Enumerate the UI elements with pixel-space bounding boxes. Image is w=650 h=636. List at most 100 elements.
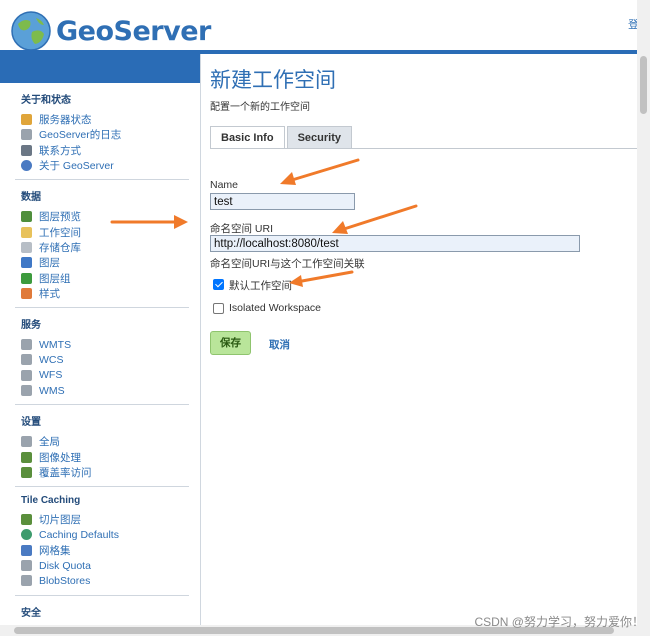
- folder-icon: [21, 226, 32, 238]
- vertical-scrollbar[interactable]: [637, 0, 650, 625]
- sidebar-section-title: 服务: [21, 319, 41, 331]
- sidebar-item-label: 图像处理: [39, 451, 81, 464]
- sidebar-item-label: Caching Defaults: [39, 528, 119, 541]
- sidebar-item-label: 网格集: [39, 544, 71, 557]
- sidebar-item-label: 联系方式: [39, 144, 81, 157]
- sidebar-item-label: Disk Quota: [39, 559, 91, 572]
- style-icon: [21, 287, 32, 299]
- sidebar-item[interactable]: 工作空间: [21, 224, 189, 239]
- sidebar-item-label: 服务器状态: [39, 114, 92, 127]
- watermark: CSDN @努力学习，努力爱你！: [474, 615, 644, 629]
- sidebar-item-label: 工作空间: [39, 226, 81, 239]
- server-status-icon: [21, 114, 32, 126]
- blobstore-icon: [21, 575, 32, 587]
- disk-quota-icon: [21, 560, 32, 572]
- sidebar-item[interactable]: 网格集: [21, 543, 189, 558]
- sidebar-item-label: WFS: [39, 369, 63, 382]
- sidebar-item[interactable]: Disk Quota: [21, 558, 189, 573]
- layer-preview-icon: [21, 211, 32, 223]
- uri-label: 命名空间 URI: [210, 223, 273, 235]
- sidebar-item[interactable]: GeoServer的日志: [21, 127, 189, 142]
- sidebar-item[interactable]: WFS: [21, 368, 189, 383]
- sidebar-item-label: 切片图层: [39, 514, 81, 527]
- sidebar-section: Tile Caching 切片图层 Caching Defaults 网格集 Disk …: [15, 487, 189, 596]
- global-settings-icon: [21, 436, 32, 448]
- page-description: 配置一个新的工作空间: [210, 102, 310, 113]
- sidebar-item[interactable]: WMS: [21, 383, 189, 398]
- sidebar-item[interactable]: WMTS: [21, 337, 189, 352]
- sidebar-item-label: WCS: [39, 353, 64, 366]
- main-content: 新建工作空间 配置一个新的工作空间 Basic Info Security Na…: [200, 54, 638, 636]
- sidebar-item[interactable]: 图层预览: [21, 209, 189, 224]
- sidebar-item-label: 存储仓库: [39, 241, 81, 254]
- sidebar-section-title: 设置: [21, 417, 41, 429]
- sidebar-item[interactable]: 切片图层: [21, 512, 189, 527]
- tile-layers-icon: [21, 514, 32, 526]
- sidebar-item[interactable]: 全局: [21, 434, 189, 449]
- sidebar-item-label: GeoServer的日志: [39, 129, 122, 142]
- isolated-workspace-label: Isolated Workspace: [229, 302, 322, 314]
- sidebar-item[interactable]: 图像处理: [21, 449, 189, 464]
- wms-icon: [21, 385, 32, 396]
- sidebar-item[interactable]: 图层: [21, 255, 189, 270]
- uri-hint: 命名空间URI与这个工作空间关联: [210, 258, 365, 270]
- sidebar-section: 服务 WMTS WCS WFS WMS: [15, 308, 189, 406]
- geoserver-logo[interactable]: GeoServer: [10, 10, 211, 52]
- sidebar-item[interactable]: 样式: [21, 286, 189, 301]
- sidebar-item-label: 全局: [39, 436, 60, 449]
- tab-divider: [210, 148, 638, 149]
- coverage-access-icon: [21, 466, 32, 478]
- sidebar-item-label: 关于 GeoServer: [39, 160, 114, 173]
- name-input[interactable]: [210, 193, 355, 210]
- sidebar-item[interactable]: WCS: [21, 352, 189, 367]
- info-icon: [21, 160, 32, 172]
- contact-icon: [21, 144, 32, 156]
- sidebar-item-label: BlobStores: [39, 574, 91, 587]
- default-workspace-checkbox[interactable]: [213, 279, 224, 290]
- sidebar-section-title: 安全: [21, 607, 41, 619]
- sidebar-item-label: 样式: [39, 287, 60, 300]
- page-title: 新建工作空间: [210, 68, 336, 92]
- save-button[interactable]: 保存: [210, 331, 251, 355]
- tab-security[interactable]: Security: [286, 126, 352, 148]
- sidebar-item-label: 图层: [39, 257, 60, 270]
- sidebar-section-title: 数据: [21, 192, 41, 204]
- store-icon: [21, 241, 32, 253]
- globe-logo-icon: [11, 11, 51, 51]
- sidebar-section: 设置全局图像处理覆盖率访问: [15, 405, 189, 488]
- log-icon: [21, 129, 32, 141]
- isolated-workspace-checkbox[interactable]: [213, 303, 224, 314]
- sidebar-item[interactable]: 图层组: [21, 270, 189, 285]
- uri-input[interactable]: [210, 235, 580, 252]
- sidebar-item-label: 覆盖率访问: [39, 466, 92, 479]
- sidebar-item[interactable]: 存储仓库: [21, 240, 189, 255]
- sidebar-section: 关于和状态服务器状态 GeoServer的日志 联系方式关于 GeoServer: [15, 83, 189, 181]
- sidebar-item-label: 图层预览: [39, 211, 81, 224]
- name-label: Name: [210, 179, 239, 191]
- layer-group-icon: [21, 272, 32, 284]
- globe-icon: [21, 529, 32, 541]
- vertical-scroll-thumb[interactable]: [640, 56, 647, 114]
- sidebar-section-title: Tile Caching: [21, 495, 81, 507]
- wfs-icon: [21, 369, 32, 381]
- cancel-link[interactable]: 取消: [269, 337, 290, 352]
- sidebar-item[interactable]: BlobStores: [21, 573, 189, 588]
- sidebar-item[interactable]: 关于 GeoServer: [21, 158, 189, 173]
- layer-icon: [21, 257, 32, 269]
- image-processing-icon: [21, 451, 32, 463]
- brand-name: GeoServer: [56, 15, 211, 47]
- default-workspace-label: 默认工作空间: [229, 280, 292, 292]
- sidebar-item-label: WMTS: [39, 338, 72, 351]
- sidebar-item-label: 图层组: [39, 272, 71, 285]
- wcs-icon: [21, 354, 32, 366]
- sidebar-item[interactable]: 覆盖率访问: [21, 465, 189, 480]
- gridset-icon: [21, 544, 32, 556]
- sidebar: 关于和状态服务器状态 GeoServer的日志 联系方式关于 GeoServer 数据…: [0, 83, 200, 636]
- tab-basic-info[interactable]: Basic Info: [210, 126, 285, 149]
- sidebar-item[interactable]: Caching Defaults: [21, 527, 189, 542]
- wmts-icon: [21, 339, 32, 351]
- sidebar-section-title: 关于和状态: [21, 95, 71, 106]
- sidebar-item[interactable]: 联系方式: [21, 143, 189, 158]
- sidebar-section: 数据图层预览工作空间存储仓库图层图层组样式: [15, 180, 189, 308]
- sidebar-item[interactable]: 服务器状态: [21, 112, 189, 127]
